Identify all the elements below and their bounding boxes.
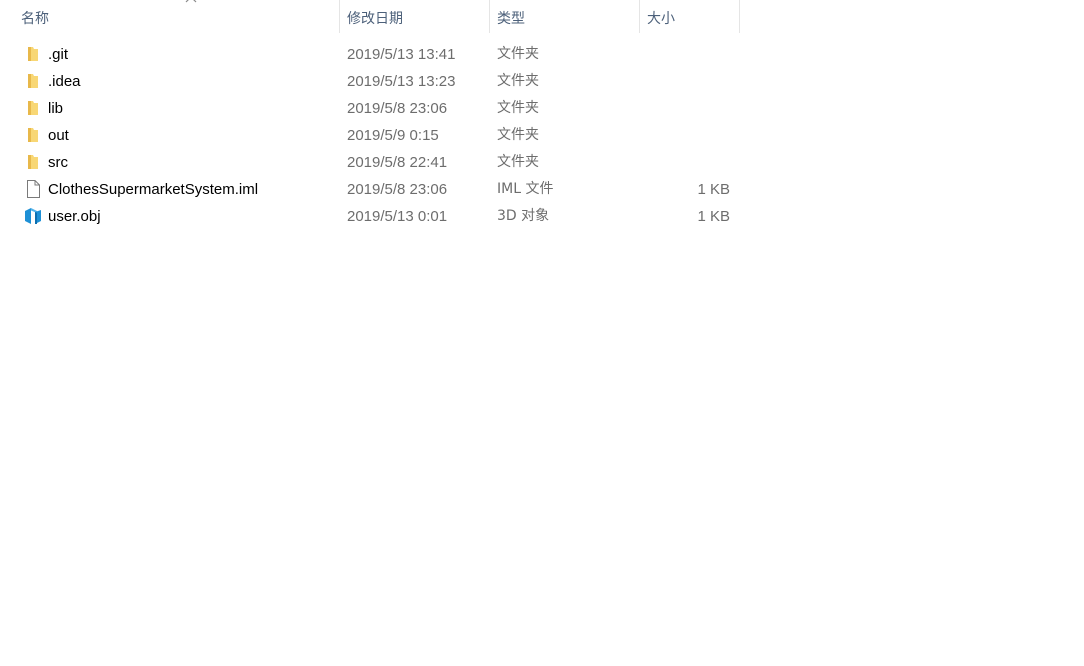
folder-icon: [24, 72, 42, 90]
column-header-date[interactable]: 修改日期: [340, 0, 490, 33]
file-row[interactable]: lib 2019/5/8 23:06 文件夹: [0, 95, 740, 122]
file-type: 文件夹: [497, 127, 539, 143]
folder-icon: [24, 126, 42, 144]
file-name: lib: [48, 100, 64, 117]
folder-icon: [24, 153, 42, 171]
column-header-size-label: 大小: [647, 11, 675, 27]
file-row[interactable]: ClothesSupermarketSystem.iml 2019/5/8 23:…: [0, 176, 740, 203]
sort-ascending-icon: [185, 0, 197, 3]
column-header-date-label: 修改日期: [347, 11, 403, 27]
folder-icon: [24, 99, 42, 117]
file-date: 2019/5/9 0:15: [347, 127, 439, 144]
file-type: 文件夹: [497, 154, 539, 170]
file-date: 2019/5/8 23:06: [347, 100, 448, 117]
file-list-pane: 名称 修改日期 类型 大小 .git 2019/5/13 13:41 文件夹 .id…: [0, 0, 1084, 666]
file-name: ClothesSupermarketSystem.iml: [48, 181, 259, 198]
file-name: user.obj: [48, 208, 101, 225]
column-header-size[interactable]: 大小: [640, 0, 740, 33]
file-date: 2019/5/8 22:41: [347, 154, 448, 171]
file-type: 3D 对象: [497, 208, 550, 224]
file-name: out: [48, 127, 69, 144]
file-type: 文件夹: [497, 73, 539, 89]
column-header-type[interactable]: 类型: [490, 0, 640, 33]
3d-object-icon: [24, 207, 42, 225]
column-header-type-label: 类型: [497, 11, 525, 27]
file-name: src: [48, 154, 68, 171]
file-type: 文件夹: [497, 100, 539, 116]
file-row[interactable]: src 2019/5/8 22:41 文件夹: [0, 149, 740, 176]
file-size: 1 KB: [697, 208, 730, 225]
column-header-name[interactable]: 名称: [14, 0, 340, 33]
column-header-row: 名称 修改日期 类型 大小: [0, 0, 740, 33]
file-row[interactable]: .idea 2019/5/13 13:23 文件夹: [0, 68, 740, 95]
file-name: .idea: [48, 73, 81, 90]
file-row[interactable]: .git 2019/5/13 13:41 文件夹: [0, 41, 740, 68]
file-type: IML 文件: [497, 181, 554, 197]
file-date: 2019/5/13 13:41: [347, 46, 456, 63]
file-date: 2019/5/13 13:23: [347, 73, 456, 90]
file-row[interactable]: out 2019/5/9 0:15 文件夹: [0, 122, 740, 149]
file-size: 1 KB: [697, 181, 730, 198]
file-name: .git: [48, 46, 69, 63]
column-header-name-label: 名称: [21, 11, 49, 27]
file-date: 2019/5/8 23:06: [347, 181, 448, 198]
folder-icon: [24, 45, 42, 63]
file-type: 文件夹: [497, 46, 539, 62]
file-icon: [24, 180, 42, 198]
file-row[interactable]: user.obj 2019/5/13 0:01 3D 对象 1 KB: [0, 203, 740, 230]
file-date: 2019/5/13 0:01: [347, 208, 448, 225]
